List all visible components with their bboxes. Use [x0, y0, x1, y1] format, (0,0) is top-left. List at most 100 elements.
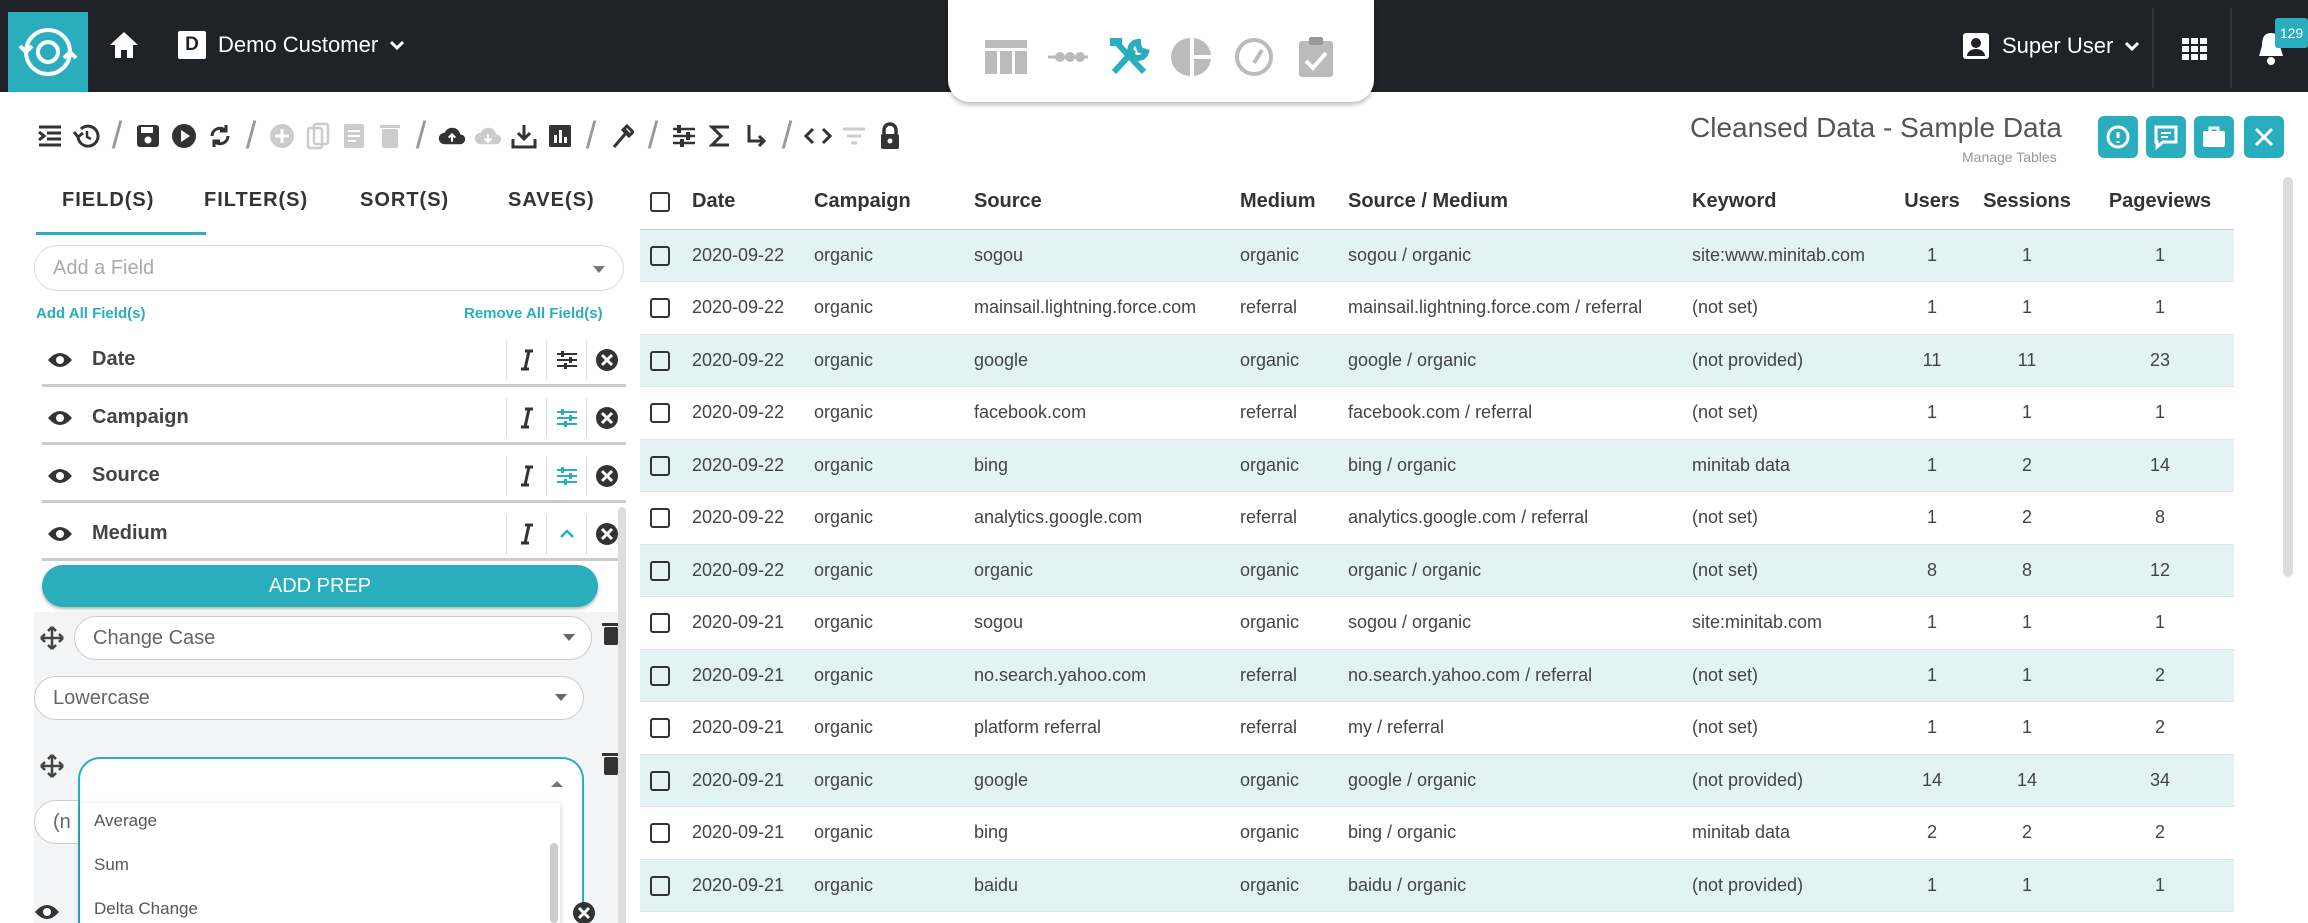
panel-scrollbar[interactable] — [618, 507, 626, 923]
remove-all-fields-link[interactable]: Remove All Field(s) — [464, 305, 603, 322]
document-icon[interactable] — [340, 120, 368, 152]
cloud-download-icon[interactable] — [474, 120, 502, 152]
comment-button[interactable] — [2146, 116, 2186, 158]
table-icon[interactable] — [984, 37, 1028, 77]
aggregation-dropdown[interactable]: Average Sum Delta Change — [78, 757, 584, 923]
save-icon[interactable] — [134, 120, 162, 152]
remove-field-icon[interactable] — [586, 339, 626, 380]
table-row[interactable]: 2020-09-21 organic bing organic bing / organ… — [640, 806, 2234, 860]
briefcase-button[interactable] — [2194, 116, 2234, 158]
clipboard-check-icon[interactable] — [1294, 37, 1338, 77]
prep-step-select[interactable]: Change Case — [74, 616, 592, 660]
dropdown-scrollbar[interactable] — [550, 843, 558, 923]
row-checkbox[interactable] — [640, 596, 682, 650]
run-icon[interactable] — [170, 120, 198, 152]
italic-format-icon[interactable] — [506, 339, 546, 380]
copy-icon[interactable] — [304, 120, 332, 152]
table-row[interactable]: 2020-09-22 organic bing organic bing / organ… — [640, 439, 2234, 492]
column-header-sessions[interactable]: Sessions — [1968, 175, 2086, 230]
tools-icon[interactable] — [1108, 37, 1152, 77]
drag-handle-icon[interactable] — [40, 626, 64, 655]
turn-right-arrow-icon[interactable] — [742, 120, 770, 152]
remove-field-icon[interactable] — [586, 397, 626, 438]
row-checkbox[interactable] — [640, 754, 682, 807]
row-checkbox[interactable] — [640, 281, 682, 335]
close-button[interactable] — [2244, 116, 2284, 158]
table-row[interactable]: 2020-09-21 organic sogou organic sogou / org… — [640, 596, 2234, 650]
add-field-select[interactable]: Add a Field — [34, 245, 624, 291]
add-prep-button[interactable]: ADD PREP — [42, 565, 598, 607]
bar-chart-icon[interactable] — [546, 120, 574, 152]
home-icon[interactable] — [108, 30, 140, 60]
refresh-icon[interactable] — [206, 120, 234, 152]
trash-icon[interactable] — [376, 120, 404, 152]
tab-sorts[interactable]: SORT(S) — [360, 189, 449, 212]
row-checkbox[interactable] — [640, 806, 682, 860]
remove-field-icon[interactable] — [586, 455, 626, 496]
info-button[interactable] — [2098, 116, 2138, 158]
row-checkbox[interactable] — [640, 649, 682, 702]
table-row[interactable]: 2020-09-21 organic platform referral referr… — [640, 701, 2234, 755]
column-header-campaign[interactable]: Campaign — [804, 175, 964, 230]
column-header-source-medium[interactable]: Source / Medium — [1338, 175, 1682, 230]
tab-filters[interactable]: FILTER(S) — [204, 189, 308, 212]
gauge-icon[interactable] — [1232, 37, 1276, 77]
column-header-source[interactable]: Source — [964, 175, 1230, 230]
select-all-checkbox[interactable] — [640, 175, 682, 230]
drag-handle-icon[interactable] — [40, 754, 64, 783]
table-row[interactable]: 2020-09-22 organic google organic google / o… — [640, 334, 2234, 387]
table-row[interactable]: 2020-09-21 organic baidu organic baidu / org… — [640, 859, 2234, 912]
pie-chart-icon[interactable] — [1170, 37, 1214, 77]
column-header-date[interactable]: Date — [682, 175, 804, 230]
eye-icon[interactable] — [42, 519, 78, 549]
italic-format-icon[interactable] — [506, 513, 546, 554]
toggle-panel-icon[interactable] — [36, 120, 64, 152]
eye-icon[interactable] — [42, 461, 78, 491]
table-row[interactable]: 2020-09-22 organic sogou organic sogou / org… — [640, 229, 2234, 282]
chevron-up-icon[interactable] — [546, 513, 586, 554]
user-menu[interactable]: Super User — [1962, 32, 2140, 60]
row-checkbox[interactable] — [640, 544, 682, 597]
column-header-keyword[interactable]: Keyword — [1682, 175, 1896, 230]
eye-icon[interactable] — [34, 903, 60, 923]
download-icon[interactable] — [510, 120, 538, 152]
cloud-upload-icon[interactable] — [438, 120, 466, 152]
table-row[interactable]: 2020-09-22 organic analytics.google.com ref… — [640, 491, 2234, 545]
add-all-fields-link[interactable]: Add All Field(s) — [36, 305, 145, 322]
tab-saves[interactable]: SAVE(S) — [508, 189, 595, 212]
customer-selector[interactable]: D Demo Customer — [178, 31, 405, 59]
history-icon[interactable] — [72, 120, 100, 152]
column-header-medium[interactable]: Medium — [1230, 175, 1338, 230]
row-checkbox[interactable] — [640, 334, 682, 387]
tab-fields[interactable]: FIELD(S) — [62, 189, 154, 212]
filter-icon[interactable] — [840, 120, 868, 152]
eyedropper-icon[interactable] — [608, 120, 636, 152]
table-scrollbar[interactable] — [2283, 177, 2293, 577]
table-row[interactable]: 2020-09-21 organic no.search.yahoo.com refe… — [640, 649, 2234, 702]
row-checkbox[interactable] — [640, 491, 682, 545]
dropdown-option-delta-change[interactable]: Delta Change — [94, 899, 198, 919]
manage-tables-link[interactable]: Manage Tables — [1962, 149, 2057, 165]
sigma-icon[interactable] — [706, 120, 734, 152]
dropdown-option-average[interactable]: Average — [94, 811, 157, 831]
column-header-pageviews[interactable]: Pageviews — [2086, 175, 2234, 230]
table-row[interactable]: 2020-09-22 organic facebook.com referral fac… — [640, 386, 2234, 440]
column-header-users[interactable]: Users — [1896, 175, 1968, 230]
prep-option-select[interactable]: Lowercase — [34, 676, 584, 720]
dropdown-option-sum[interactable]: Sum — [94, 855, 129, 875]
italic-format-icon[interactable] — [506, 455, 546, 496]
table-row[interactable]: 2020-09-22 organic organic organic organic /… — [640, 544, 2234, 597]
eye-icon[interactable] — [42, 345, 78, 375]
italic-format-icon[interactable] — [506, 397, 546, 438]
add-circle-icon[interactable] — [268, 120, 296, 152]
app-logo[interactable] — [8, 12, 88, 92]
pipeline-icon[interactable] — [1046, 37, 1090, 77]
sliders-icon[interactable] — [546, 397, 586, 438]
lock-icon[interactable] — [876, 120, 904, 152]
apps-grid-icon[interactable] — [2182, 38, 2208, 65]
sliders-icon[interactable] — [670, 120, 698, 152]
code-icon[interactable] — [804, 120, 832, 152]
eye-icon[interactable] — [42, 403, 78, 433]
table-row[interactable]: 2020-09-22 organic mainsail.lightning.forc… — [640, 281, 2234, 335]
table-row[interactable]: 2020-09-21 organic google organic google / o… — [640, 754, 2234, 807]
